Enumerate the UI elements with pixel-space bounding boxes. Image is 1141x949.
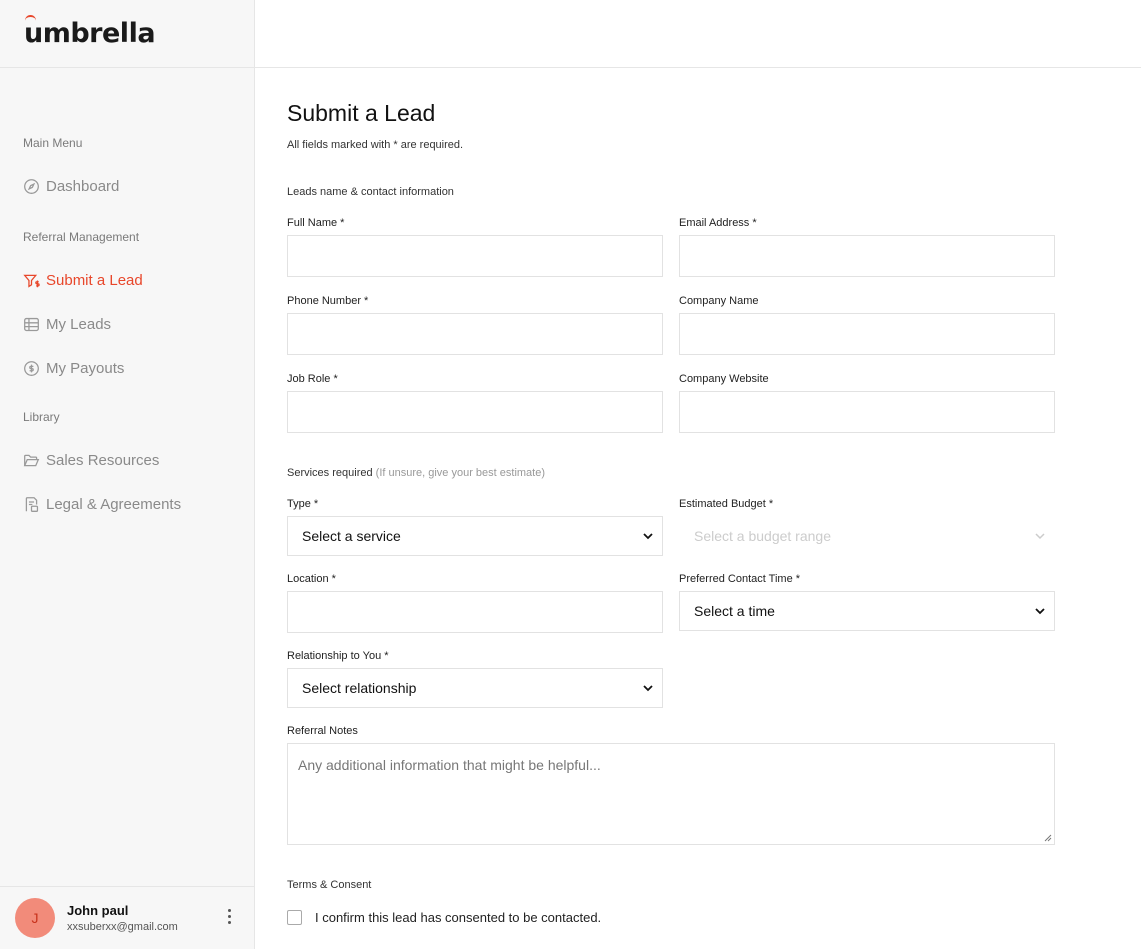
nav-section-referral-management: Referral Management	[23, 230, 140, 244]
chevron-down-icon	[1035, 533, 1045, 540]
sidebar-item-label: Sales Resources	[46, 451, 160, 469]
budget-label: Estimated Budget *	[679, 498, 774, 510]
more-options-icon[interactable]	[228, 909, 232, 924]
sidebar-item-my-payouts[interactable]: My Payouts	[0, 346, 254, 390]
logo-area: umbrella	[0, 0, 254, 68]
full-name-label: Full Name *	[287, 217, 345, 229]
location-label: Location *	[287, 573, 336, 585]
resize-grip-icon[interactable]	[1044, 834, 1052, 842]
chevron-down-icon	[1035, 608, 1045, 615]
relationship-select[interactable]: Select relationship	[287, 668, 663, 708]
user-email: xxsuberxx@gmail.com	[67, 921, 178, 933]
relationship-value: Select relationship	[302, 680, 417, 696]
job-role-label: Job Role *	[287, 373, 338, 385]
sidebar-item-label: Legal & Agreements	[46, 495, 182, 513]
sidebar: umbrella Main Menu Dashboard Referral Ma…	[0, 0, 255, 949]
sidebar-item-label: My Leads	[46, 315, 112, 333]
location-input[interactable]	[287, 591, 663, 633]
contact-time-select[interactable]: Select a time	[679, 591, 1055, 631]
company-name-label: Company Name	[679, 295, 759, 307]
sidebar-item-label: Submit a Lead	[46, 271, 143, 289]
contact-section-heading: Leads name & contact information	[287, 186, 454, 198]
services-heading-text: Services required	[287, 467, 373, 479]
phone-label: Phone Number *	[287, 295, 369, 307]
company-website-label: Company Website	[679, 373, 769, 385]
brand-logo[interactable]: umbrella	[24, 15, 156, 49]
contact-time-value: Select a time	[694, 603, 775, 619]
job-role-input[interactable]	[287, 391, 663, 433]
company-website-input[interactable]	[679, 391, 1055, 433]
user-name: John paul	[67, 903, 129, 918]
sidebar-item-sales-resources[interactable]: Sales Resources	[0, 438, 254, 482]
company-name-input[interactable]	[679, 313, 1055, 355]
email-label: Email Address *	[679, 217, 757, 229]
page-title: Submit a Lead	[287, 100, 436, 126]
required-note: All fields marked with * are required.	[287, 139, 464, 151]
full-name-input[interactable]	[287, 235, 663, 277]
sidebar-item-label: Dashboard	[46, 177, 120, 195]
funnel-dollar-icon	[23, 274, 40, 288]
notes-placeholder: Any additional information that might be…	[298, 757, 601, 773]
budget-value: Select a budget range	[694, 528, 831, 544]
referral-notes-textarea[interactable]: Any additional information that might be…	[287, 743, 1055, 845]
document-icon	[25, 496, 39, 512]
sidebar-item-dashboard[interactable]: Dashboard	[0, 164, 254, 208]
user-profile[interactable]: J John paul xxsuberxx@gmail.com	[0, 886, 254, 949]
logo-text: umbrella	[24, 18, 156, 49]
user-info: John paul xxsuberxx@gmail.com	[67, 903, 178, 933]
sidebar-item-my-leads[interactable]: My Leads	[0, 302, 254, 346]
contact-time-label: Preferred Contact Time *	[679, 573, 801, 585]
sidebar-item-legal-agreements[interactable]: Legal & Agreements	[0, 482, 254, 526]
email-input[interactable]	[679, 235, 1055, 277]
consent-row: I confirm this lead has consented to be …	[287, 910, 1055, 925]
table-list-icon	[24, 317, 39, 331]
phone-input[interactable]	[287, 313, 663, 355]
logo-arc-mark	[25, 15, 36, 22]
referral-notes-label: Referral Notes	[287, 725, 358, 737]
type-label: Type *	[287, 498, 319, 510]
nav-section-main-menu: Main Menu	[23, 136, 83, 150]
terms-section-heading: Terms & Consent	[287, 879, 372, 891]
top-bar	[255, 0, 1141, 68]
avatar: J	[15, 898, 55, 938]
sidebar-nav: Main Menu Dashboard Referral Management …	[0, 68, 254, 526]
services-hint: (If unsure, give your best estimate)	[375, 467, 546, 479]
submit-lead-form: Submit a Lead All fields marked with * a…	[287, 100, 1055, 925]
compass-icon	[24, 178, 39, 194]
budget-select[interactable]: Select a budget range	[679, 516, 1055, 556]
sidebar-item-submit-a-lead[interactable]: Submit a Lead	[0, 258, 254, 302]
sidebar-item-label: My Payouts	[46, 359, 125, 377]
consent-label[interactable]: I confirm this lead has consented to be …	[315, 910, 601, 925]
nav-section-library: Library	[23, 410, 60, 424]
relationship-label: Relationship to You *	[287, 650, 389, 662]
services-section-heading: Services required (If unsure, give your …	[287, 467, 1055, 479]
chevron-down-icon	[643, 685, 653, 692]
chevron-down-icon	[643, 533, 653, 540]
service-type-select[interactable]: Select a service	[287, 516, 663, 556]
service-type-value: Select a service	[302, 528, 401, 544]
consent-checkbox[interactable]	[287, 910, 302, 925]
dollar-circle-icon	[24, 360, 39, 376]
folder-open-icon	[23, 454, 40, 466]
